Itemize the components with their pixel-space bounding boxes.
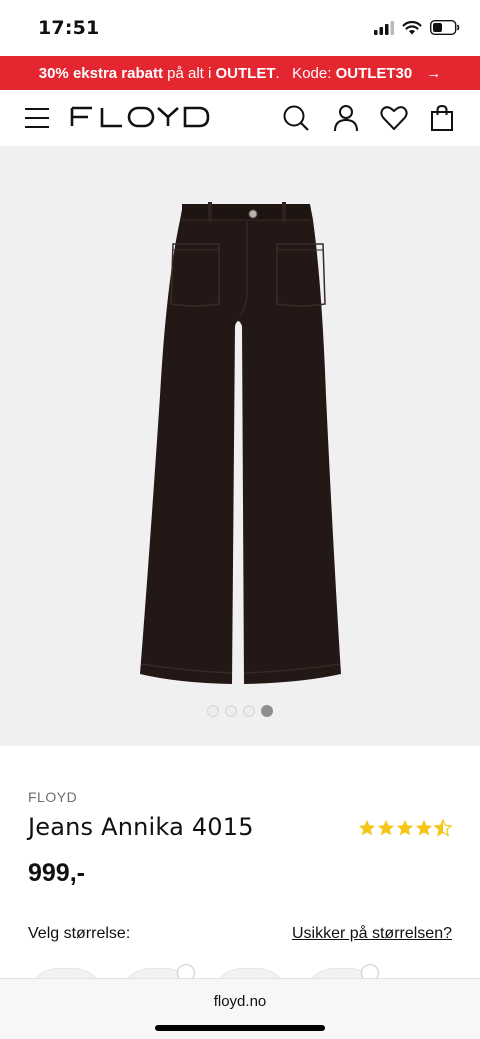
product-price: 999,- xyxy=(28,859,85,887)
star-icon xyxy=(377,819,395,836)
size-label: Velg størrelse: xyxy=(28,925,131,942)
arrow-right-icon: → xyxy=(426,64,442,82)
product-image-gallery[interactable] xyxy=(0,146,480,746)
battery-icon xyxy=(430,20,460,35)
star-icon xyxy=(396,819,414,836)
signal-icon xyxy=(374,20,394,35)
promo-code-label: . Kode: xyxy=(275,64,336,82)
status-bar: 17:51 xyxy=(0,0,480,56)
shopping-bag-icon[interactable] xyxy=(428,104,456,132)
status-icons xyxy=(374,20,460,35)
promo-text: på alt i xyxy=(162,64,216,82)
star-icon xyxy=(415,819,433,836)
gallery-dot-active[interactable] xyxy=(261,705,273,717)
gallery-dot[interactable] xyxy=(225,705,237,717)
gallery-dot[interactable] xyxy=(207,705,219,717)
site-header xyxy=(0,90,480,146)
url-field[interactable]: floyd.no xyxy=(0,993,480,1010)
status-time: 17:51 xyxy=(38,17,100,39)
promo-discount: 30% ekstra rabatt xyxy=(38,64,163,82)
browser-bar: floyd.no xyxy=(0,978,480,1039)
star-half-icon xyxy=(434,819,452,837)
product-image xyxy=(140,202,341,684)
gallery-dots xyxy=(0,705,480,717)
menu-icon[interactable] xyxy=(24,106,50,130)
promo-outlet: OUTLET xyxy=(215,64,276,82)
search-icon[interactable] xyxy=(282,104,310,132)
size-guide-link[interactable]: Usikker på størrelsen? xyxy=(292,925,452,943)
floyd-logo[interactable] xyxy=(70,106,210,128)
promo-code: OUTLET30 xyxy=(335,64,413,82)
product-info: FLOYD Jeans Annika 4015 999,- Velg størr… xyxy=(0,746,480,998)
promo-banner[interactable]: 30% ekstra rabatt på alt i OUTLET . Kode… xyxy=(0,56,480,90)
wifi-icon xyxy=(402,20,422,34)
heart-icon[interactable] xyxy=(380,104,408,132)
product-rating[interactable] xyxy=(358,819,452,837)
user-icon[interactable] xyxy=(332,104,360,132)
product-brand[interactable]: FLOYD xyxy=(28,789,77,805)
star-icon xyxy=(358,819,376,836)
product-title: Jeans Annika 4015 xyxy=(28,813,254,841)
gallery-dot[interactable] xyxy=(243,705,255,717)
home-indicator[interactable] xyxy=(155,1025,325,1031)
